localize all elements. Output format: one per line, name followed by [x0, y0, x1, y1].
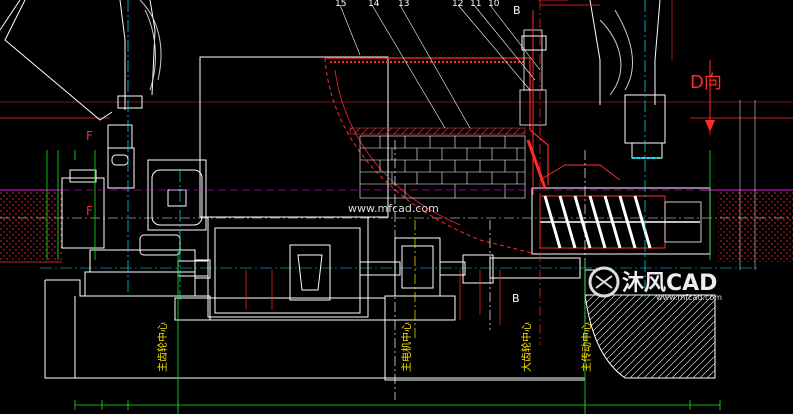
main-gearbox [174, 56, 389, 321]
part-number: 14 [368, 0, 380, 9]
centerline-label: 主齿轮中心 [156, 322, 169, 372]
part-number: 10 [488, 0, 500, 9]
cut-mark-f: F [86, 204, 93, 218]
part-leaders [339, 4, 541, 129]
part-number-labels: 15 14 13 12 11 10 [335, 0, 500, 9]
brick-lining [359, 135, 526, 199]
part-number: 11 [470, 0, 481, 9]
view-arrow [705, 60, 715, 132]
logo-url: www.mfcad.com [656, 293, 722, 302]
centerline-label: 主电机中心 [400, 322, 413, 372]
watermark-url: www.mfcad.com [348, 202, 439, 215]
drive-shaft [177, 237, 581, 321]
part-number: 13 [398, 0, 409, 9]
part-number: 15 [335, 0, 346, 9]
logo-icon [595, 275, 613, 289]
left-feed-chute [0, 0, 162, 189]
part-number: 12 [452, 0, 463, 9]
screw-feeder [519, 10, 711, 255]
centerline-label: 主传动中心 [580, 322, 593, 372]
ground-hatch [0, 189, 793, 263]
base-slab [44, 279, 585, 381]
section-mark-top: B [513, 4, 521, 17]
cad-drawing-canvas: 15 14 13 12 11 10 B B F F D向 主齿轮中心 主电机中心… [0, 0, 793, 414]
cut-mark-f: F [86, 129, 93, 143]
right-hopper [589, 0, 666, 159]
section-mark-bottom: B [512, 292, 520, 305]
view-label: D向 [690, 72, 722, 93]
centerline-label: 大齿轮中心 [520, 322, 533, 372]
